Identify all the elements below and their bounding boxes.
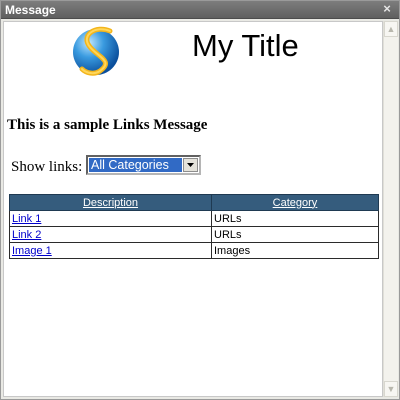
category-select-value: All Categories bbox=[89, 158, 182, 172]
show-links-label: Show links: bbox=[11, 159, 83, 175]
table-cell-description: Link 2 bbox=[9, 226, 212, 243]
globe-s-logo-icon bbox=[73, 26, 119, 76]
table-row: Link 1 URLs bbox=[9, 210, 379, 227]
table-header-row: Description Category bbox=[9, 194, 379, 211]
table-cell-description: Image 1 bbox=[9, 242, 212, 259]
message-title: This is a sample Links Message bbox=[7, 117, 208, 133]
category-select[interactable]: All Categories bbox=[86, 155, 201, 175]
table-cell-description: Link 1 bbox=[9, 210, 212, 227]
link-item[interactable]: Link 2 bbox=[12, 229, 41, 241]
chevron-down-icon[interactable] bbox=[183, 158, 198, 172]
column-header-description[interactable]: Description bbox=[9, 194, 212, 211]
scroll-up-icon[interactable]: ▲ bbox=[384, 21, 398, 37]
vertical-scrollbar[interactable]: ▲ ▼ bbox=[383, 21, 398, 397]
window-title: Message bbox=[5, 3, 56, 17]
table-cell-category: Images bbox=[211, 242, 379, 259]
link-item[interactable]: Image 1 bbox=[12, 245, 52, 257]
page-title: My Title bbox=[192, 28, 299, 63]
message-content: My Title This is a sample Links Message … bbox=[3, 21, 383, 397]
message-window: Message × My Title This is a sample Link… bbox=[0, 0, 400, 400]
table-cell-category: URLs bbox=[211, 226, 379, 243]
table-row: Image 1 Images bbox=[9, 242, 379, 259]
table-row: Link 2 URLs bbox=[9, 226, 379, 243]
close-icon[interactable]: × bbox=[381, 2, 393, 16]
link-item[interactable]: Link 1 bbox=[12, 213, 41, 225]
column-header-category[interactable]: Category bbox=[211, 194, 379, 211]
window-titlebar[interactable]: Message × bbox=[1, 1, 399, 19]
links-table: Description Category Link 1 URLs Link 2 … bbox=[9, 194, 379, 259]
scroll-down-icon[interactable]: ▼ bbox=[384, 381, 398, 397]
table-cell-category: URLs bbox=[211, 210, 379, 227]
